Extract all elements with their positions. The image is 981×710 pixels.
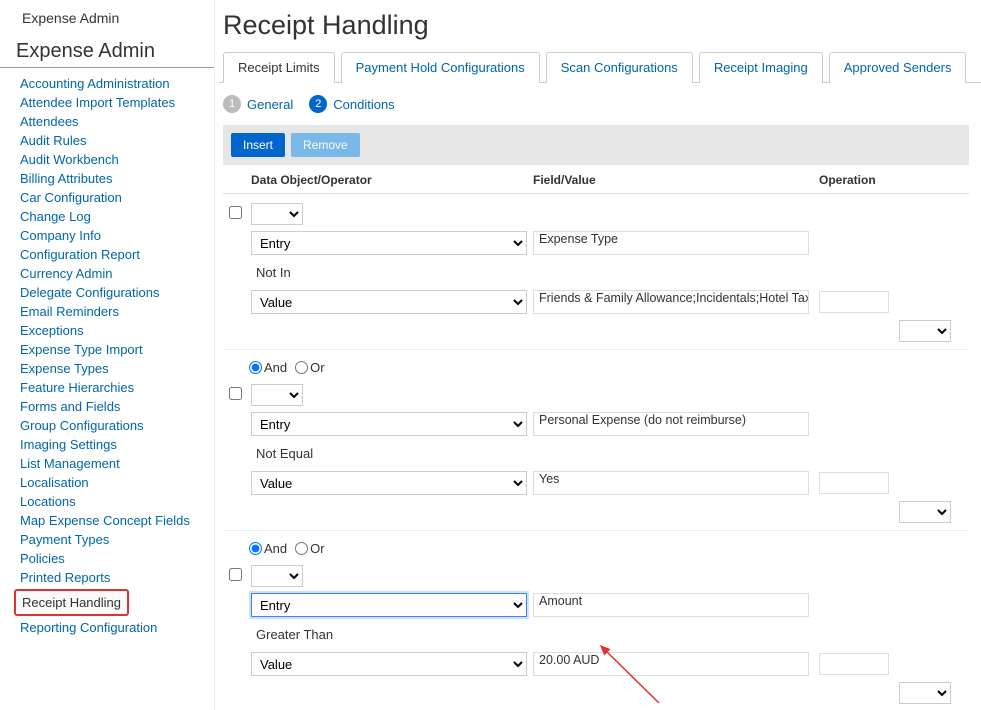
field-display[interactable]: Expense Type (533, 231, 809, 255)
sidebar-list: Accounting AdministrationAttendee Import… (0, 74, 214, 637)
operation-input[interactable] (819, 291, 889, 313)
value-display[interactable]: Friends & Family Allowance;Incidentals;H… (533, 290, 809, 314)
header-operation: Operation (819, 173, 939, 187)
wizard-step[interactable]: 1 General (223, 95, 293, 113)
tabbar: Receipt LimitsPayment Hold Configuration… (219, 51, 981, 83)
row-checkbox[interactable] (229, 568, 242, 581)
sidebar-item: Receipt Handling (14, 589, 129, 616)
value-type-select[interactable]: Value (251, 471, 527, 495)
sidebar-item[interactable]: Attendees (20, 112, 206, 131)
data-object-select[interactable]: Entry (251, 231, 527, 255)
header-field: Field/Value (533, 173, 819, 187)
conditions-table: Data Object/Operator Field/Value Operati… (223, 165, 969, 710)
sidebar-item[interactable]: Printed Reports (20, 568, 206, 587)
insert-button[interactable]: Insert (231, 133, 285, 157)
paren-close-select[interactable] (899, 501, 951, 523)
remove-button: Remove (291, 133, 360, 157)
sidebar-item[interactable]: Billing Attributes (20, 169, 206, 188)
sidebar-item[interactable]: List Management (20, 454, 206, 473)
sidebar-item[interactable]: Accounting Administration (20, 74, 206, 93)
paren-select[interactable] (251, 384, 303, 406)
page-title: Receipt Handling (219, 10, 981, 51)
operator-text: Not Equal (251, 442, 527, 465)
wizard-step[interactable]: 2 Conditions (309, 95, 394, 113)
data-object-select[interactable]: Entry (251, 593, 527, 617)
step-label: Conditions (333, 97, 394, 112)
paren-select[interactable] (251, 203, 303, 225)
toolbar: Insert Remove (223, 125, 969, 165)
logic-or-label: Or (310, 360, 324, 375)
logic-or-radio[interactable] (295, 542, 308, 555)
sidebar-heading: Expense Admin (0, 40, 214, 68)
operation-input[interactable] (819, 653, 889, 675)
sidebar-item[interactable]: Feature Hierarchies (20, 378, 206, 397)
sidebar-item[interactable]: Exceptions (20, 321, 206, 340)
conditions-header: Data Object/Operator Field/Value Operati… (223, 165, 969, 194)
sidebar-item[interactable]: Delegate Configurations (20, 283, 206, 302)
paren-close-select[interactable] (899, 320, 951, 342)
condition-block: EntryExpense Type Not In ValueFriends & Fa… (223, 194, 969, 350)
logic-and-radio[interactable] (249, 361, 262, 374)
sidebar-item[interactable]: Currency Admin (20, 264, 206, 283)
logic-and-label: And (264, 541, 287, 556)
logic-and-label: And (264, 360, 287, 375)
step-label: General (247, 97, 293, 112)
tab[interactable]: Approved Senders (829, 52, 967, 83)
sidebar-item[interactable]: Payment Types (20, 530, 206, 549)
sidebar-item[interactable]: Map Expense Concept Fields (20, 511, 206, 530)
sidebar-item[interactable]: Configuration Report (20, 245, 206, 264)
logic-or-label: Or (310, 541, 324, 556)
tab[interactable]: Receipt Imaging (699, 52, 823, 83)
data-object-select[interactable]: Entry (251, 412, 527, 436)
row-checkbox[interactable] (229, 206, 242, 219)
sidebar-item[interactable]: Localisation (20, 473, 206, 492)
paren-select[interactable] (251, 565, 303, 587)
sidebar-item[interactable]: Expense Types (20, 359, 206, 378)
header-object: Data Object/Operator (249, 173, 533, 187)
sidebar-item[interactable]: Company Info (20, 226, 206, 245)
sidebar-item[interactable]: Policies (20, 549, 206, 568)
step-number-icon: 1 (223, 95, 241, 113)
sidebar-item[interactable]: Attendee Import Templates (20, 93, 206, 112)
step-number-icon: 2 (309, 95, 327, 113)
condition-block: And Or EntryAmount Greater Than Value20.00 A… (223, 531, 969, 710)
logic-row: And Or (223, 537, 969, 562)
operator-text: Greater Than (251, 623, 527, 646)
tab[interactable]: Receipt Limits (223, 52, 335, 83)
field-display[interactable]: Personal Expense (do not reimburse) (533, 412, 809, 436)
condition-block: And Or EntryPersonal Expense (do not reimb… (223, 350, 969, 531)
tab[interactable]: Payment Hold Configurations (341, 52, 540, 83)
operation-input[interactable] (819, 472, 889, 494)
field-display[interactable]: Amount (533, 593, 809, 617)
value-type-select[interactable]: Value (251, 652, 527, 676)
sidebar-item[interactable]: Reporting Configuration (20, 618, 206, 637)
value-type-select[interactable]: Value (251, 290, 527, 314)
sidebar-item[interactable]: Email Reminders (20, 302, 206, 321)
sidebar-item[interactable]: Change Log (20, 207, 206, 226)
sidebar-item[interactable]: Group Configurations (20, 416, 206, 435)
sidebar-top-label: Expense Admin (0, 10, 214, 40)
sidebar-item[interactable]: Forms and Fields (20, 397, 206, 416)
value-display[interactable]: Yes (533, 471, 809, 495)
sidebar-item[interactable]: Audit Workbench (20, 150, 206, 169)
logic-and-radio[interactable] (249, 542, 262, 555)
operator-text: Not In (251, 261, 527, 284)
sidebar-item[interactable]: Locations (20, 492, 206, 511)
paren-close-select[interactable] (899, 682, 951, 704)
sidebar-item[interactable]: Car Configuration (20, 188, 206, 207)
sidebar: Expense Admin Expense Admin Accounting A… (0, 0, 215, 710)
logic-row: And Or (223, 356, 969, 381)
wizard-steps: 1 General 2 Conditions (219, 83, 981, 125)
sidebar-item[interactable]: Expense Type Import (20, 340, 206, 359)
sidebar-item[interactable]: Audit Rules (20, 131, 206, 150)
sidebar-item[interactable]: Imaging Settings (20, 435, 206, 454)
row-checkbox[interactable] (229, 387, 242, 400)
value-display[interactable]: 20.00 AUD (533, 652, 809, 676)
tab[interactable]: Scan Configurations (546, 52, 693, 83)
logic-or-radio[interactable] (295, 361, 308, 374)
